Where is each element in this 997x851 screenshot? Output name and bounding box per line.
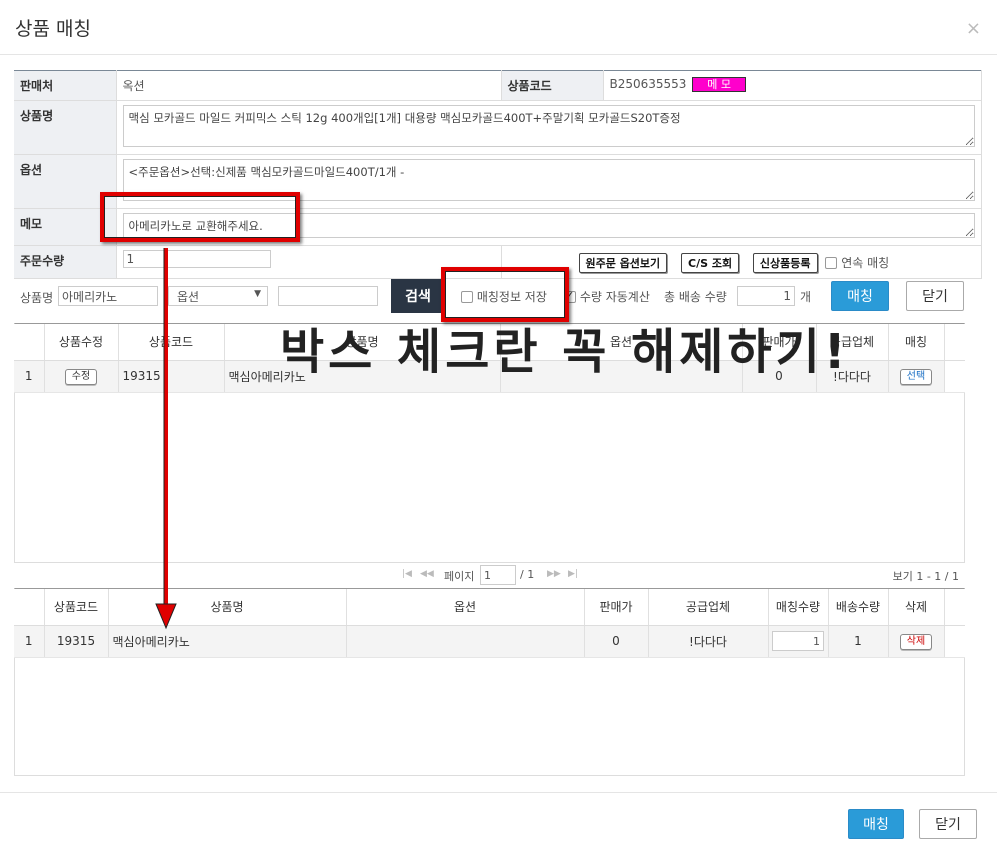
matched-header-match-qty[interactable]: 매칭수량 xyxy=(768,589,829,626)
option-search-input[interactable] xyxy=(278,286,378,306)
footer-close-button[interactable]: 닫기 xyxy=(919,809,977,839)
select-button[interactable]: 선택 xyxy=(899,368,933,385)
product-name-field[interactable]: 맥심 모카골드 마일드 커피믹스 스틱 12g 400개입[1개] 대용량 맥심… xyxy=(122,105,975,147)
matched-row-spacer xyxy=(944,625,965,658)
edit-button[interactable]: 수정 xyxy=(64,368,98,385)
close-icon[interactable]: × xyxy=(966,18,981,39)
footer-match-button[interactable]: 매칭 xyxy=(848,809,904,839)
memo-badge[interactable]: 메 모 xyxy=(692,77,747,92)
total-qty-input[interactable] xyxy=(737,286,795,306)
row-select-cell: 선택 xyxy=(888,360,945,393)
row-number: 1 xyxy=(14,360,45,393)
first-page-icon[interactable]: |◀ xyxy=(402,569,412,579)
row-edit-cell: 수정 xyxy=(44,360,119,393)
product-code-label: 상품코드 xyxy=(501,70,604,101)
seller-label: 판매처 xyxy=(14,70,117,101)
product-name-label: 상품명 xyxy=(14,100,117,155)
auto-qty-option: 수량 자동계산 xyxy=(564,288,650,305)
results-header-no xyxy=(14,324,45,361)
matched-row-code: 19315 xyxy=(44,625,109,658)
results-header-match[interactable]: 매칭 xyxy=(888,324,945,361)
prev-page-icon[interactable]: ◀◀ xyxy=(420,569,434,579)
order-qty-input[interactable] xyxy=(122,250,271,268)
matched-header-code[interactable]: 상품코드 xyxy=(44,589,109,626)
match-button[interactable]: 매칭 xyxy=(831,281,889,311)
qty-unit: 개 xyxy=(800,290,812,304)
last-page-icon[interactable]: ▶| xyxy=(568,569,578,579)
matched-row-option xyxy=(346,625,585,658)
next-page-icon[interactable]: ▶▶ xyxy=(547,569,561,579)
matched-header-name[interactable]: 상품명 xyxy=(108,589,347,626)
page-input[interactable] xyxy=(480,565,516,585)
matched-row-name: 맥심아메리카노 xyxy=(108,625,347,658)
matched-header-delete[interactable]: 삭제 xyxy=(888,589,945,626)
cs-lookup-button[interactable]: C/S 조회 xyxy=(681,253,740,273)
original-option-button[interactable]: 원주문 옵션보기 xyxy=(578,253,668,273)
results-header-edit[interactable]: 상품수정 xyxy=(44,324,119,361)
arrow-down-icon xyxy=(155,248,177,630)
new-product-button[interactable]: 신상품등록 xyxy=(752,253,818,273)
page-total: / 1 xyxy=(520,568,535,581)
annotation-text: 박스 체크란 꼭 해제하기! xyxy=(280,324,850,380)
matched-header-ship-qty[interactable]: 배송수량 xyxy=(828,589,889,626)
continuous-match-checkbox[interactable] xyxy=(825,257,838,269)
matched-header-supplier[interactable]: 공급업체 xyxy=(648,589,769,626)
save-match-highlight-box xyxy=(441,267,569,322)
delete-button[interactable]: 삭제 xyxy=(899,633,933,650)
matched-row-price: 0 xyxy=(584,625,649,658)
modal-header: 상품 매칭 × xyxy=(0,0,997,55)
matched-header-spacer xyxy=(944,589,965,626)
search-name-label: 상품명 xyxy=(20,291,54,305)
auto-qty-label: 수량 자동계산 xyxy=(579,290,650,304)
order-qty-label: 주문수량 xyxy=(14,245,117,279)
product-name-cell: 맥심 모카골드 마일드 커피믹스 스틱 12g 400개입[1개] 대용량 맥심… xyxy=(116,100,982,155)
search-name-input[interactable] xyxy=(58,286,158,306)
results-header-spacer xyxy=(944,324,965,361)
matched-row-ship-qty: 1 xyxy=(828,625,889,658)
seller-value: 옥션 xyxy=(116,70,502,101)
matched-header-no xyxy=(14,589,45,626)
continuous-match-label: 연속 매칭 xyxy=(841,256,890,270)
matched-row-supplier: !다다다 xyxy=(648,625,769,658)
search-button[interactable]: 검색 xyxy=(391,279,445,313)
close-button[interactable]: 닫기 xyxy=(906,281,964,311)
option-select[interactable]: 옵션 ▼ xyxy=(168,286,268,306)
matched-row-number: 1 xyxy=(14,625,45,658)
matched-row-match-qty-cell xyxy=(768,625,829,658)
product-code-cell: B250635553 메 모 xyxy=(603,70,982,101)
page-label: 페이지 xyxy=(444,570,475,583)
match-qty-input[interactable] xyxy=(772,631,824,651)
modal-footer: 매칭 닫기 xyxy=(0,792,997,851)
matched-row-delete-cell: 삭제 xyxy=(888,625,945,658)
product-code-value: B250635553 xyxy=(609,77,687,91)
view-count: 보기 1 - 1 / 1 xyxy=(892,570,959,583)
total-qty-label: 총 배송 수량 xyxy=(664,290,727,304)
modal-title: 상품 매칭 xyxy=(15,18,91,40)
matched-header-option[interactable]: 옵션 xyxy=(346,589,585,626)
memo-highlight-box xyxy=(100,192,300,242)
matched-header-price[interactable]: 판매가 xyxy=(584,589,649,626)
chevron-down-icon: ▼ xyxy=(254,289,261,299)
order-actions: 원주문 옵션보기 C/S 조회 신상품등록 연속 매칭 xyxy=(501,245,982,279)
row-spacer xyxy=(944,360,965,393)
